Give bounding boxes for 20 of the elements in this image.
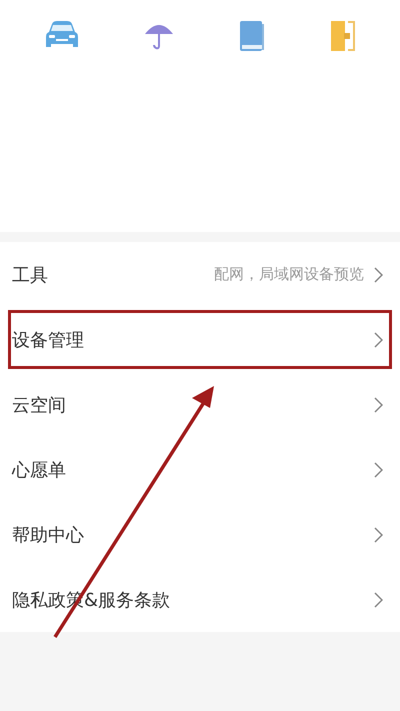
menu-item[interactable]: 云空间 bbox=[8, 375, 392, 434]
menu-label: 设备管理 bbox=[12, 328, 85, 352]
chevron-icon bbox=[374, 332, 383, 348]
menu-hint: 配网，局域网设备预览 bbox=[214, 265, 364, 284]
car-icon[interactable] bbox=[44, 20, 78, 50]
menu-item[interactable]: 帮助中心 bbox=[8, 505, 392, 564]
chevron-icon bbox=[374, 266, 383, 282]
chevron-icon bbox=[374, 592, 383, 608]
chevron-icon bbox=[374, 526, 383, 542]
highlighted-menu-item[interactable]: 设备管理 bbox=[8, 310, 392, 369]
door-icon[interactable] bbox=[330, 20, 356, 52]
menu-label: 帮助中心 bbox=[12, 524, 85, 546]
menu-label: 心愿单 bbox=[12, 458, 67, 482]
menu-label: 云空间 bbox=[12, 394, 67, 416]
book-icon[interactable] bbox=[238, 20, 264, 52]
menu-label: 工具 bbox=[12, 264, 49, 286]
chevron-icon bbox=[374, 462, 383, 478]
chevron-icon bbox=[374, 396, 383, 412]
menu-item[interactable]: 工具 配网，局域网设备预览 bbox=[8, 245, 392, 304]
menu-item[interactable]: 心愿单 bbox=[8, 440, 392, 499]
